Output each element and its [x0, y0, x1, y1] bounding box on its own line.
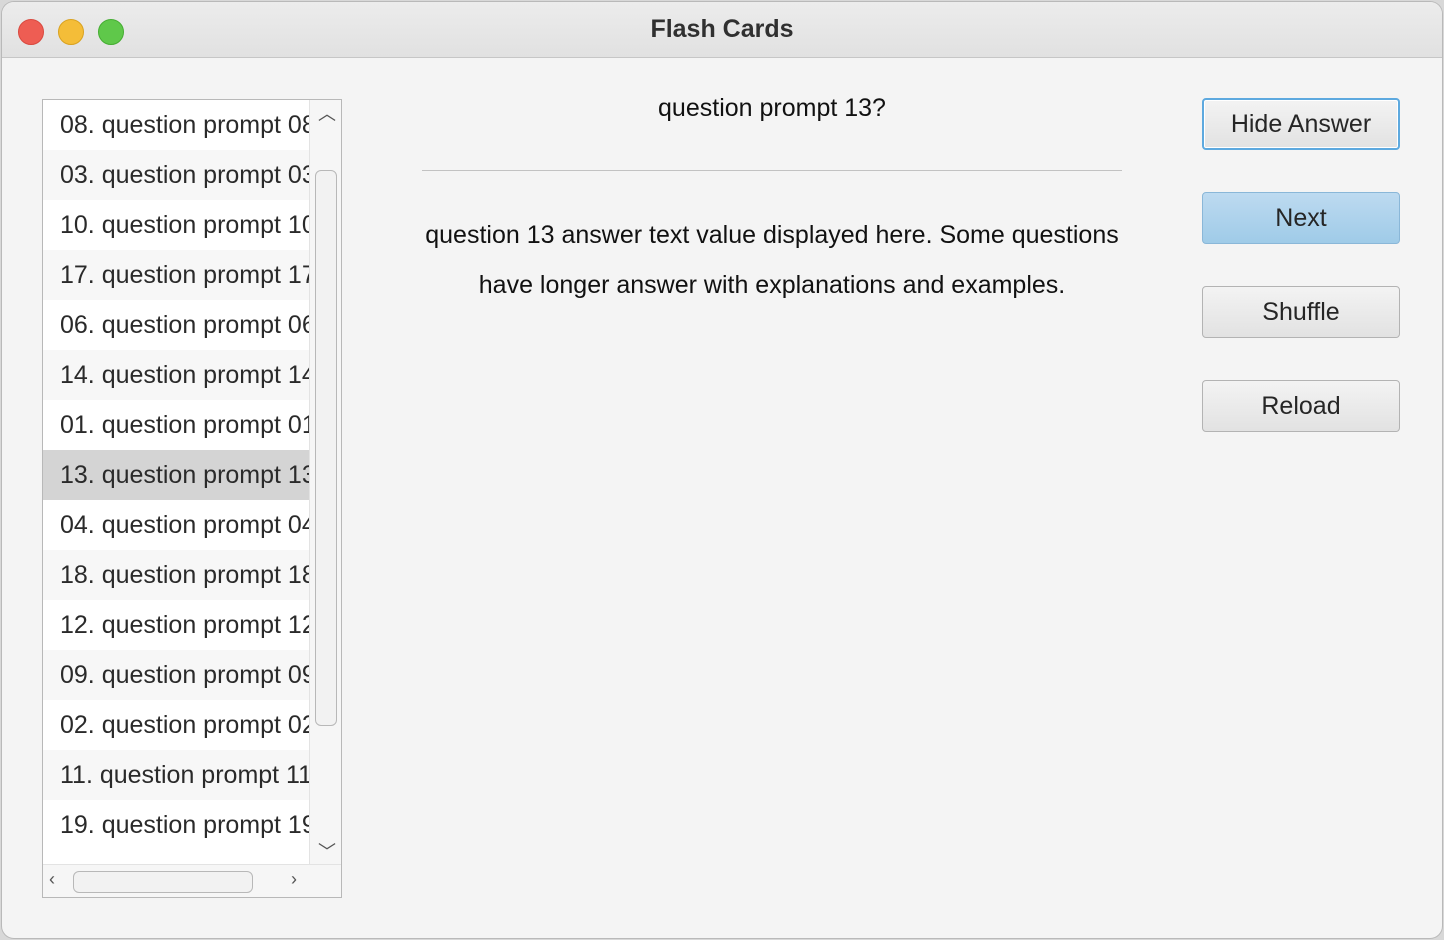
horizontal-scroll-thumb[interactable]	[73, 871, 253, 893]
hide-answer-button[interactable]: Hide Answer	[1202, 98, 1400, 150]
question-list[interactable]: 08. question prompt 08? 03. question prom…	[42, 99, 342, 898]
next-button[interactable]: Next	[1202, 192, 1400, 244]
list-item[interactable]: 10. question prompt 10?	[43, 200, 309, 250]
question-list-items: 08. question prompt 08? 03. question prom…	[43, 100, 309, 864]
list-item[interactable]: 12. question prompt 12?	[43, 600, 309, 650]
vertical-scroll-thumb[interactable]	[315, 170, 337, 726]
window-title: Flash Cards	[650, 15, 794, 43]
list-item[interactable]: 03. question prompt 03?	[43, 150, 309, 200]
answer-line-1: question 13 answer text value displayed …	[425, 221, 1119, 249]
flash-cards-window: Flash Cards 08. question prompt 08? 03. q…	[2, 2, 1442, 938]
list-item[interactable]: 06. question prompt 06?	[43, 300, 309, 350]
question-text: question prompt 13?	[658, 94, 886, 122]
list-item[interactable]: 17. question prompt 17?	[43, 250, 309, 300]
title-bar: Flash Cards	[2, 2, 1442, 58]
horizontal-scrollbar[interactable]: ‹ ›	[43, 864, 341, 897]
chevron-down-icon[interactable]: ﹀	[318, 838, 336, 864]
question-answer-divider	[422, 170, 1122, 171]
chevron-left-icon[interactable]: ‹	[49, 869, 55, 890]
answer-text: question 13 answer text value displayed …	[422, 210, 1122, 310]
answer-line-2: have longer answer with explanations and…	[478, 271, 1066, 299]
list-item[interactable]: 02. question prompt 02?	[43, 700, 309, 750]
reload-button[interactable]: Reload	[1202, 380, 1400, 432]
vertical-scrollbar[interactable]: ︿ ﹀	[309, 100, 341, 864]
list-item[interactable]: 11. question prompt 11?	[43, 750, 309, 800]
list-item[interactable]: 09. question prompt 09?	[43, 650, 309, 700]
list-item[interactable]: 01. question prompt 01?	[43, 400, 309, 450]
list-item[interactable]: 08. question prompt 08?	[43, 100, 309, 150]
list-item[interactable]: 04. question prompt 04?	[43, 500, 309, 550]
list-item[interactable]: 13. question prompt 13?	[43, 450, 309, 500]
shuffle-button[interactable]: Shuffle	[1202, 286, 1400, 338]
list-item[interactable]: 18. question prompt 18?	[43, 550, 309, 600]
list-item[interactable]: 14. question prompt 14?	[43, 350, 309, 400]
list-item[interactable]: 19. question prompt 19?	[43, 800, 309, 850]
chevron-up-icon[interactable]: ︿	[318, 100, 336, 126]
chevron-right-icon[interactable]: ›	[291, 869, 297, 890]
